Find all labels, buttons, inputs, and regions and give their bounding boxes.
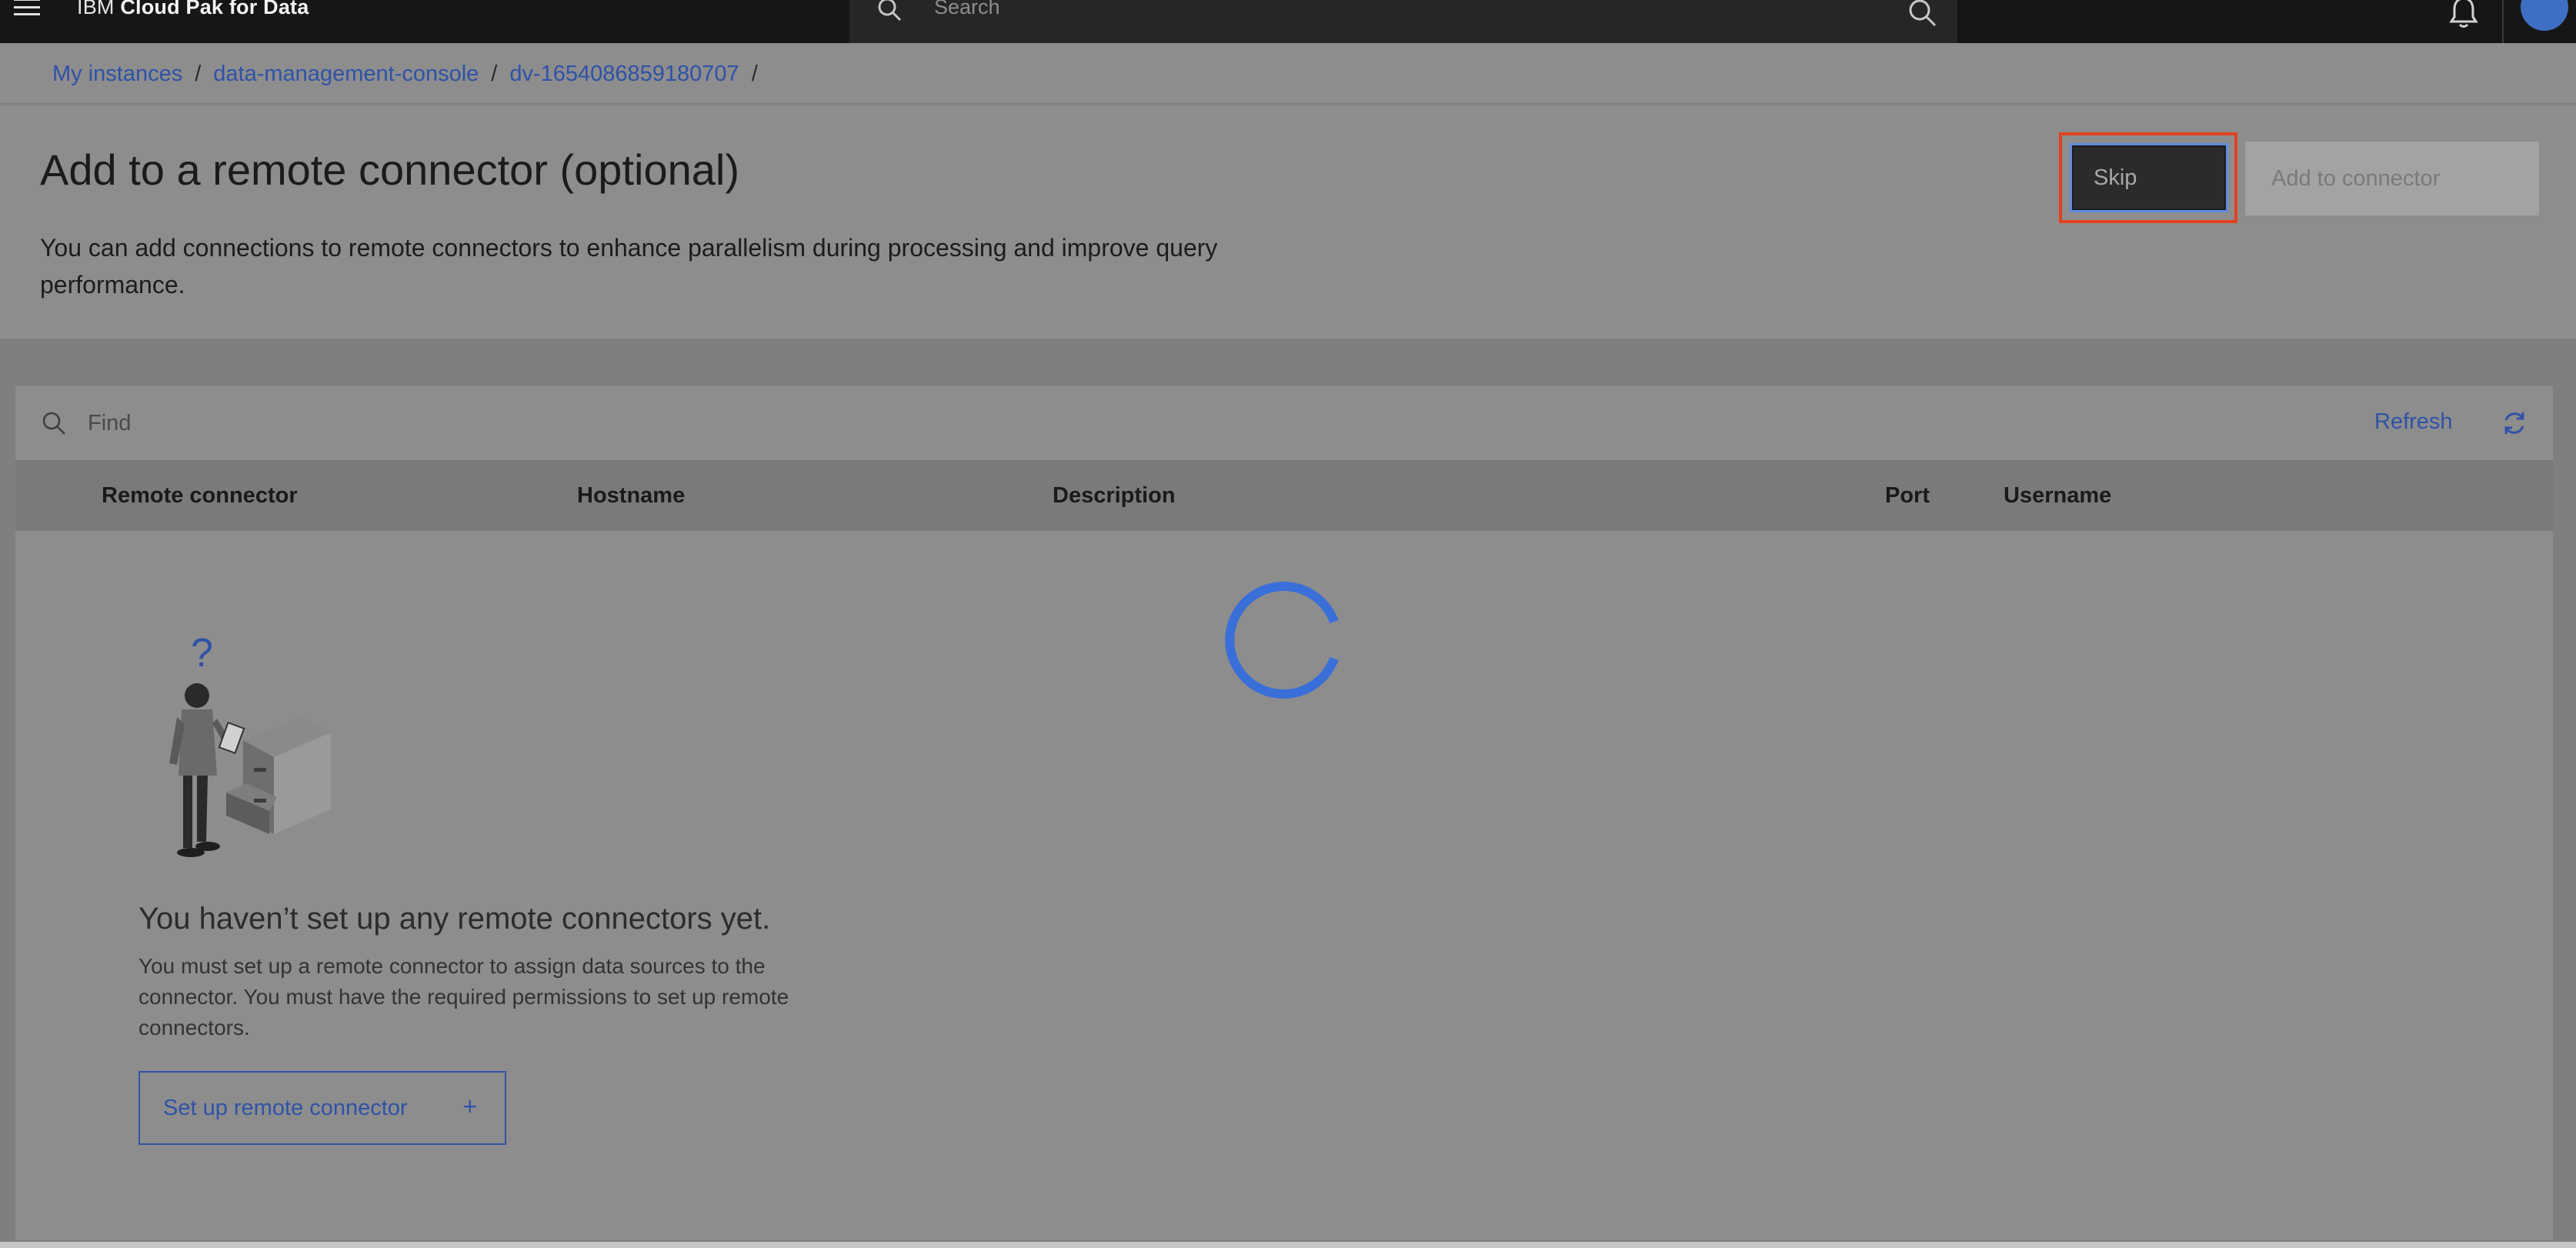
column-header-username[interactable]: Username bbox=[2004, 483, 2111, 509]
setup-remote-connector-label: Set up remote connector bbox=[163, 1095, 408, 1120]
find-input[interactable] bbox=[88, 403, 1011, 443]
breadcrumb-separator: / bbox=[491, 62, 498, 86]
breadcrumb: My instances / data-management-console / dv-… bbox=[52, 62, 770, 87]
column-header-description[interactable]: Description bbox=[1053, 483, 1176, 509]
brand-name: Cloud Pak for Data bbox=[120, 0, 309, 18]
breadcrumb-bar: My instances / data-management-console / dv-… bbox=[0, 43, 2576, 105]
breadcrumb-separator: / bbox=[195, 62, 202, 86]
breadcrumb-instance[interactable]: dv-1654086859180707 bbox=[509, 62, 739, 86]
svg-text:?: ? bbox=[191, 632, 213, 676]
page-description: You can add connections to remote connec… bbox=[40, 234, 1218, 299]
table-header-row: Remote connector Hostname Description Po… bbox=[15, 460, 2553, 531]
empty-state-description: You must set up a remote connector to as… bbox=[138, 954, 789, 1039]
search-placeholder: Search bbox=[934, 0, 1000, 18]
skip-button[interactable]: Skip bbox=[2070, 143, 2228, 212]
search-icon bbox=[42, 412, 65, 435]
notification-bell-icon[interactable] bbox=[2447, 0, 2481, 29]
table-toolbar: Refresh bbox=[15, 386, 2553, 460]
loading-spinner-icon bbox=[1225, 582, 1339, 699]
empty-state-illustration: ? bbox=[169, 632, 331, 857]
empty-state-title: You haven’t set up any remote connectors… bbox=[138, 902, 771, 936]
breadcrumb-my-instances[interactable]: My instances bbox=[52, 62, 182, 86]
setup-remote-connector-button[interactable]: Set up remote connector + bbox=[138, 1071, 506, 1145]
refresh-link[interactable]: Refresh bbox=[2374, 409, 2453, 435]
breadcrumb-data-management-console[interactable]: data-management-console bbox=[213, 62, 479, 86]
add-to-connector-button[interactable]: Add to connector bbox=[2245, 142, 2539, 215]
refresh-icon[interactable] bbox=[2499, 408, 2530, 439]
avatar[interactable] bbox=[2521, 0, 2568, 31]
breadcrumb-separator: / bbox=[751, 62, 758, 86]
search-submit-icon[interactable] bbox=[1907, 0, 1937, 28]
plus-icon: + bbox=[462, 1093, 477, 1120]
user-menu[interactable] bbox=[2502, 0, 2576, 43]
product-brand[interactable]: IBM Cloud Pak for Data bbox=[77, 0, 309, 18]
column-header-port[interactable]: Port bbox=[1885, 483, 1930, 509]
search-icon bbox=[878, 0, 902, 22]
brand-prefix: IBM bbox=[77, 0, 115, 18]
menu-icon[interactable] bbox=[14, 0, 42, 15]
bottom-edge bbox=[0, 1242, 2576, 1248]
top-header: IBM Cloud Pak for Data Search bbox=[0, 0, 2576, 43]
remote-connector-table: Refresh Remote connector Hostname Descri… bbox=[15, 386, 2553, 1240]
global-search[interactable]: Search bbox=[849, 0, 1957, 43]
column-header-remote-connector[interactable]: Remote connector bbox=[102, 483, 298, 509]
column-header-hostname[interactable]: Hostname bbox=[577, 483, 685, 509]
page-title: Add to a remote connector (optional) bbox=[40, 145, 739, 194]
